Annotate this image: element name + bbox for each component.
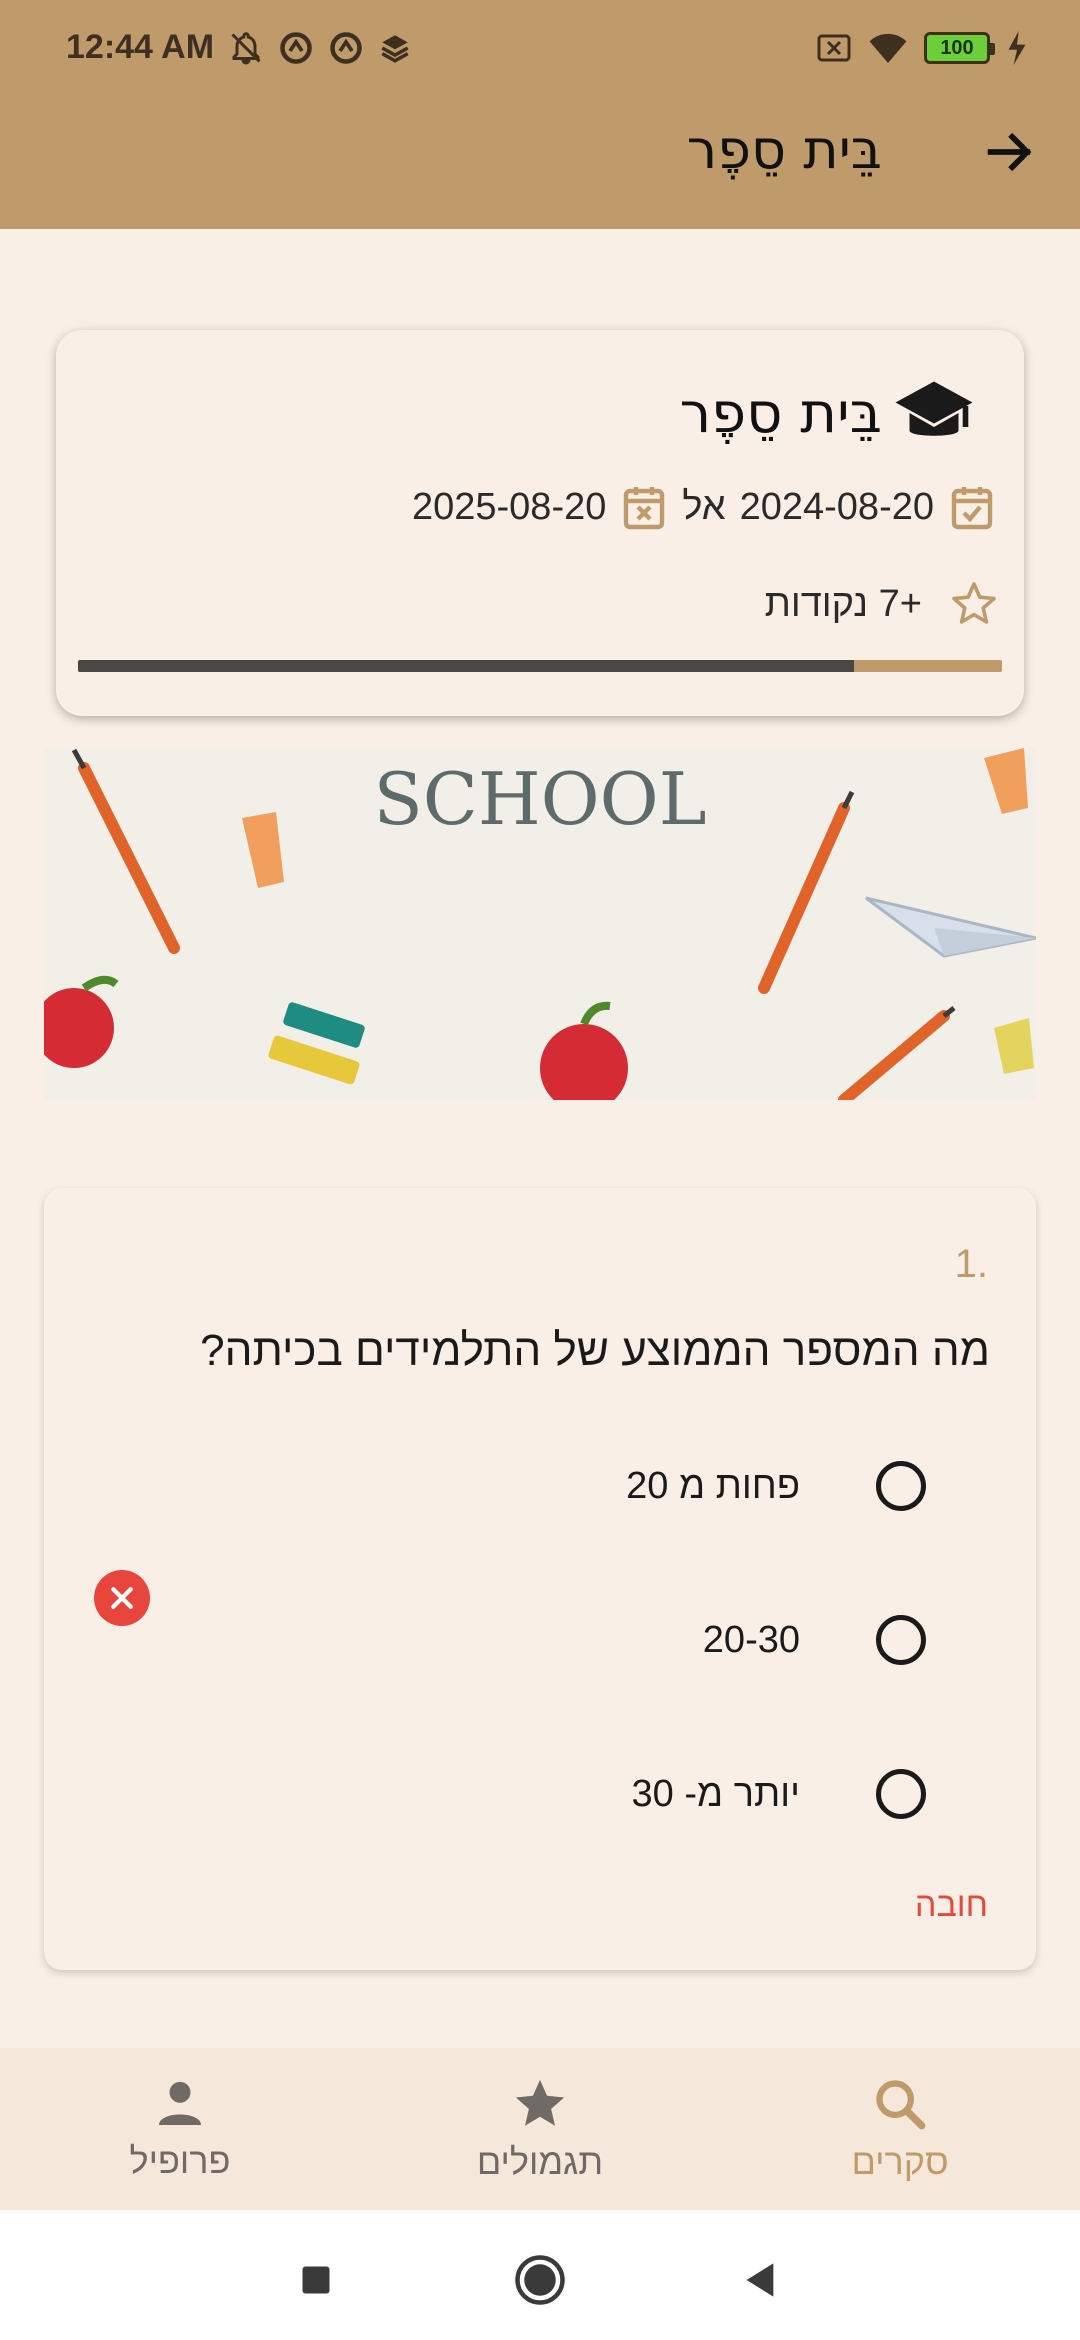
nav-item-rewards[interactable]: תגמולים xyxy=(360,2048,720,2210)
banner-text: SCHOOL xyxy=(373,757,706,841)
option-20-30[interactable]: 20-30 xyxy=(326,1600,926,1680)
question-number: 1. xyxy=(954,1242,988,1286)
sim-off-icon xyxy=(817,34,851,62)
graduation-cap-icon xyxy=(895,381,973,436)
square-icon xyxy=(302,2266,330,2294)
survey-title: בֵּית סֵפֶר xyxy=(679,380,882,446)
survey-points: +7 נקודות xyxy=(765,580,998,628)
search-icon xyxy=(876,2080,926,2130)
system-navigation-bar xyxy=(0,2210,1080,2340)
date-separator: אל xyxy=(682,485,726,528)
radio-button[interactable] xyxy=(876,1461,926,1511)
star-outline-icon xyxy=(952,582,996,624)
question-card: 1. מה המספר הממוצע של התלמידים בכיתה? פח… xyxy=(44,1188,1036,1970)
wifi-icon xyxy=(869,33,907,63)
triangle-back-icon xyxy=(746,2263,774,2297)
calendar-check-icon xyxy=(951,487,993,530)
home-circle-icon xyxy=(515,2255,565,2305)
home-button[interactable] xyxy=(510,2250,570,2310)
page-title: בֵּית סֵפֶר xyxy=(686,118,882,181)
progress-fill xyxy=(78,660,855,672)
survey-progress-bar xyxy=(78,660,1002,672)
notifications-off-icon xyxy=(231,32,261,65)
option-less-than-20[interactable]: פחות מ 20 xyxy=(326,1446,926,1526)
app-status-icon xyxy=(330,32,362,64)
battery-icon: 100 xyxy=(924,32,995,64)
clear-answer-button[interactable] xyxy=(94,1570,150,1626)
app-status-icon xyxy=(280,32,312,64)
radio-button[interactable] xyxy=(876,1615,926,1665)
notification-icons xyxy=(228,28,412,68)
nav-label-profile: פרופיל xyxy=(129,2140,231,2181)
school-banner-image: SCHOOL xyxy=(44,748,1036,1100)
close-icon xyxy=(111,1587,133,1609)
status-time: 12:44 AM xyxy=(66,28,215,66)
option-label: יותר מ- 30 xyxy=(631,1772,800,1815)
option-more-than-30[interactable]: יותר מ- 30 xyxy=(326,1754,926,1834)
nav-label-surveys: סקרים xyxy=(851,2141,949,2182)
survey-card[interactable]: בֵּית סֵפֶר 2024-08-20 אל 2025-08-20 +7 … xyxy=(56,330,1024,716)
nav-label-rewards: תגמולים xyxy=(476,2141,604,2182)
start-date: 2024-08-20 xyxy=(739,485,934,528)
bottom-navigation: סקרים תגמולים פרופיל xyxy=(0,2048,1080,2210)
radio-button[interactable] xyxy=(876,1769,926,1819)
points-label: +7 נקודות xyxy=(764,582,922,625)
app-header: 12:44 AM 100 בֵּית סֵפֶר xyxy=(0,0,1080,229)
required-label: חובה xyxy=(914,1886,988,1924)
calendar-x-icon xyxy=(624,487,665,530)
star-icon xyxy=(515,2079,565,2126)
person-icon xyxy=(159,2081,201,2125)
back-button[interactable] xyxy=(970,112,1050,192)
option-label: 20-30 xyxy=(702,1618,800,1661)
system-icons: 100 xyxy=(816,28,1028,68)
option-label: פחות מ 20 xyxy=(626,1464,800,1507)
nav-item-surveys[interactable]: סקרים xyxy=(720,2048,1080,2210)
arrow-right-icon xyxy=(987,132,1032,172)
survey-dates: 2024-08-20 אל 2025-08-20 xyxy=(412,482,996,532)
recents-button[interactable] xyxy=(286,2250,346,2310)
end-date: 2025-08-20 xyxy=(411,485,607,528)
layers-icon xyxy=(381,35,409,63)
back-system-button[interactable] xyxy=(730,2250,790,2310)
school-illustration: SCHOOL xyxy=(44,748,1036,1100)
question-text: מה המספר הממוצע של התלמידים בכיתה? xyxy=(200,1326,990,1375)
survey-title-row: בֵּית סֵפֶר xyxy=(680,378,976,448)
status-bar: 12:44 AM 100 xyxy=(0,0,1080,96)
nav-item-profile[interactable]: פרופיל xyxy=(0,2048,360,2210)
charging-icon xyxy=(1008,31,1026,65)
